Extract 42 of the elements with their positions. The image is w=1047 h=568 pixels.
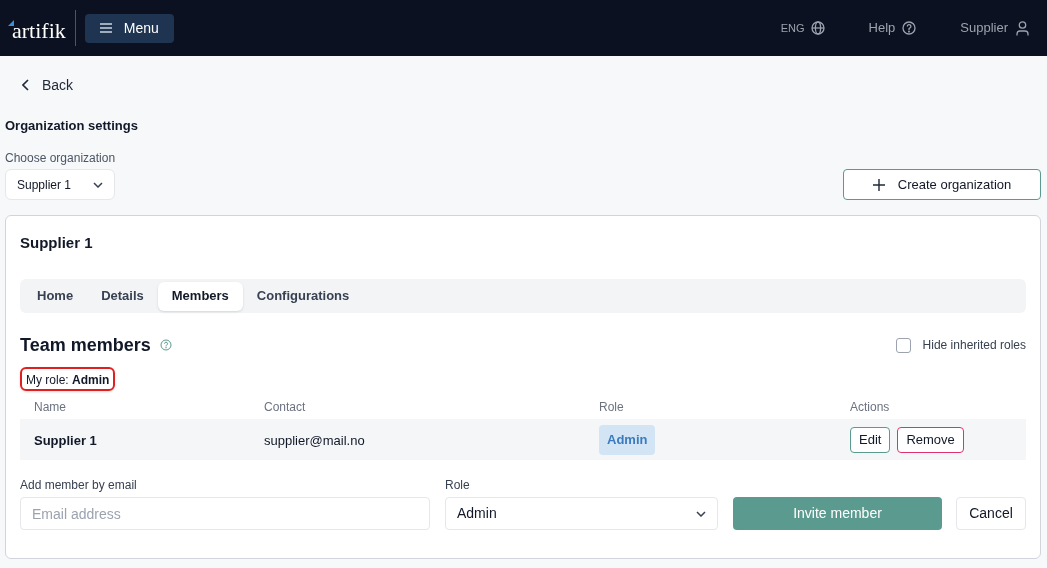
edit-button[interactable]: Edit	[850, 426, 891, 453]
help-icon	[902, 21, 917, 35]
card-title: Supplier 1	[20, 234, 94, 252]
remove-button[interactable]: Remove	[897, 426, 964, 453]
create-organization-button[interactable]: Create organization	[843, 169, 1041, 200]
checkbox-label: Hide inherited roles	[922, 337, 1026, 354]
language-button[interactable]: ENG	[780, 19, 825, 37]
help-icon	[159, 339, 172, 351]
section-title: Team members	[20, 333, 151, 357]
field-label: Role	[445, 478, 471, 492]
menu-button[interactable]: Menu	[84, 13, 174, 43]
column-header: Role	[599, 400, 624, 414]
back-link[interactable]: Back	[22, 76, 74, 94]
column-header: Contact	[264, 400, 306, 414]
chevron-down-icon	[696, 510, 706, 517]
help-button[interactable]: Help	[868, 18, 917, 38]
cancel-button[interactable]: Cancel	[956, 497, 1026, 530]
column-header: Name	[34, 400, 66, 414]
member-name: Supplier 1	[34, 432, 97, 448]
plus-icon	[872, 178, 885, 191]
globe-icon	[810, 21, 825, 35]
chevron-left-icon	[22, 79, 29, 91]
user-icon	[1016, 20, 1029, 36]
user-button[interactable]: Supplier	[960, 18, 1029, 38]
organization-select[interactable]: Supplier 1	[5, 169, 115, 200]
member-email: supplier@mail.no	[264, 432, 365, 448]
tab[interactable]: Members	[157, 281, 243, 311]
chevron-down-icon	[93, 181, 103, 188]
menu-icon	[99, 23, 112, 33]
tab[interactable]: Home	[23, 281, 88, 311]
checkbox[interactable]	[895, 337, 911, 353]
tab[interactable]: Configurations	[242, 281, 364, 311]
my-role-label: My role: Admin	[20, 367, 116, 391]
column-header: Actions	[850, 400, 890, 414]
tab[interactable]: Details	[87, 281, 158, 311]
page-title: Organization settings	[5, 118, 139, 134]
field-label: Add member by email	[20, 478, 138, 492]
role-badge: Admin	[599, 424, 656, 455]
logo: artifik	[5, 10, 76, 46]
email-input[interactable]: Email address	[20, 497, 430, 530]
role-select[interactable]: Admin	[445, 497, 718, 530]
field-label: Choose organization	[5, 151, 117, 165]
